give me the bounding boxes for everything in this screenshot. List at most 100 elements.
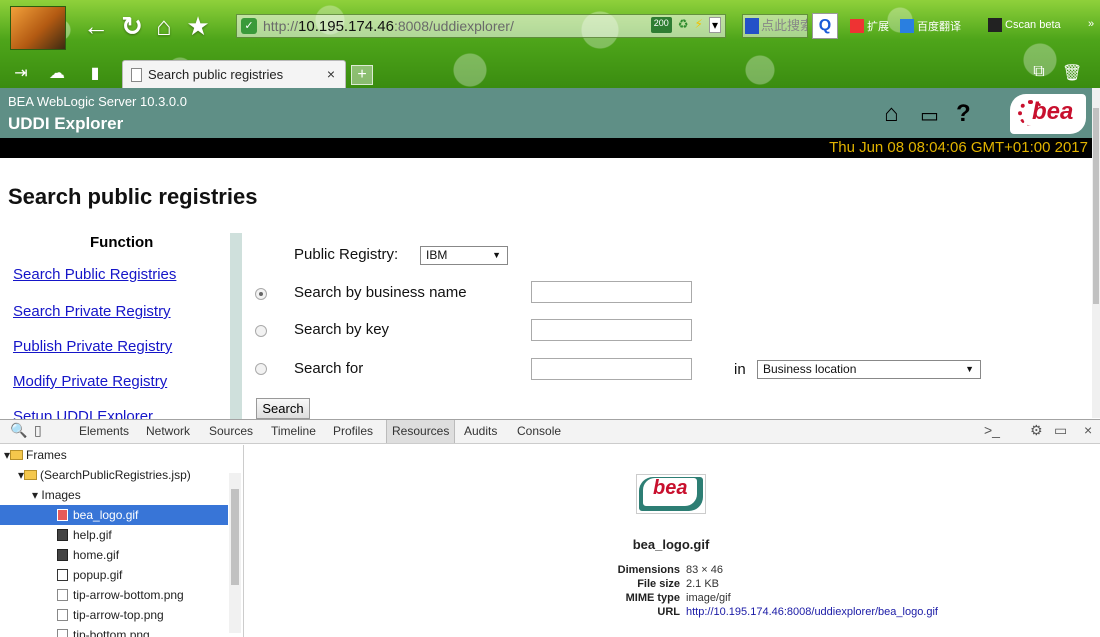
tab-close-icon[interactable]: × <box>327 66 335 82</box>
cscan-extension-button[interactable]: Cscan beta <box>988 18 1061 32</box>
browser-chrome: ← ↻ ⌂ ★ ✓ http:// 10.195.174.46 :8008/ud… <box>0 0 1100 88</box>
back-icon[interactable]: ← <box>82 12 110 40</box>
trash-icon[interactable]: 🗑 <box>1062 63 1082 83</box>
tree-scrollbar-thumb[interactable] <box>231 489 239 585</box>
inspect-search-icon[interactable]: 🔍 <box>10 422 27 439</box>
page-scrollbar[interactable] <box>1092 88 1100 418</box>
search-button[interactable]: Search <box>256 398 310 419</box>
radio-business-name[interactable] <box>255 288 267 300</box>
search-engine-box[interactable]: 点此搜索 <box>742 14 808 38</box>
address-bar[interactable]: ✓ http:// 10.195.174.46 :8008/uddiexplor… <box>236 14 726 38</box>
url-value[interactable]: http://10.195.174.46:8008/uddiexplorer/b… <box>686 606 938 618</box>
tree-scrollbar[interactable] <box>229 473 241 633</box>
search-location-select[interactable]: Business location ▼ <box>757 360 981 379</box>
public-registry-value: IBM <box>426 248 448 262</box>
image-file-icon <box>57 529 68 541</box>
tab-profiles[interactable]: Profiles <box>328 420 378 443</box>
link-search-public-registries[interactable]: Search Public Registries <box>13 266 176 283</box>
link-modify-private-registry[interactable]: Modify Private Registry <box>13 373 167 390</box>
close-icon[interactable]: × <box>1084 422 1092 438</box>
tree-frame[interactable]: ▾ (SearchPublicRegistries.jsp) <box>18 465 191 485</box>
tab-audits[interactable]: Audits <box>459 420 502 443</box>
tab-search-public-registries[interactable]: Search public registries × <box>122 60 346 88</box>
image-file-icon <box>57 589 68 601</box>
tab-elements[interactable]: Elements <box>74 420 134 443</box>
bookmark-star-icon[interactable]: ★ <box>184 12 212 40</box>
bea-logo: bea <box>1010 94 1086 134</box>
search-for-input[interactable] <box>531 358 692 380</box>
window-restore-icon[interactable]: ⧉ <box>1030 63 1048 81</box>
radio-key[interactable] <box>255 325 267 337</box>
home-icon[interactable]: ⌂ <box>884 100 899 128</box>
cloud-icon[interactable]: ☁ <box>48 63 66 83</box>
page-scrollbar-thumb[interactable] <box>1093 108 1099 304</box>
function-heading: Function <box>90 234 154 251</box>
preview-filename: bea_logo.gif <box>632 537 710 552</box>
tab-sources[interactable]: Sources <box>204 420 258 443</box>
expand-triangle-icon: ▾ <box>32 488 39 502</box>
overflow-chevron-icon[interactable]: » <box>1088 18 1094 30</box>
tree-file-help[interactable]: help.gif <box>57 525 112 545</box>
bea-logo-text: bea <box>1032 98 1074 125</box>
public-registry-label: Public Registry: <box>294 246 399 263</box>
app-name: UDDI Explorer <box>8 114 124 133</box>
reader-icon[interactable]: ▮ <box>86 63 104 83</box>
link-publish-private-registry[interactable]: Publish Private Registry <box>13 338 172 355</box>
business-name-input[interactable] <box>531 281 692 303</box>
image-file-icon <box>57 569 68 581</box>
tab-network[interactable]: Network <box>141 420 195 443</box>
tree-file-tip-arrow-bottom[interactable]: tip-arrow-bottom.png <box>57 585 184 605</box>
chevron-down-icon: ▼ <box>965 364 974 374</box>
new-tab-button[interactable]: + <box>351 65 373 85</box>
cscan-icon <box>988 18 1002 32</box>
tree-file-popup[interactable]: popup.gif <box>57 565 122 585</box>
tab-resources[interactable]: Resources <box>386 420 456 443</box>
popup-icon[interactable]: ▭ <box>920 103 939 128</box>
tab-console[interactable]: Console <box>512 420 566 443</box>
tree-file-home[interactable]: home.gif <box>57 545 119 565</box>
url-path: :8008/uddiexplorer/ <box>393 18 514 34</box>
browser-toolbar: ← ↻ ⌂ ★ ✓ http:// 10.195.174.46 :8008/ud… <box>0 0 1100 52</box>
gear-icon[interactable]: ⚙ <box>1030 422 1043 439</box>
business-name-label: Search by business name <box>294 284 467 301</box>
tree-file-tip-arrow-top[interactable]: tip-arrow-top.png <box>57 605 164 625</box>
sidebar-toggle-icon[interactable]: ⇥ <box>12 63 30 83</box>
reload-icon[interactable]: ↻ <box>118 12 146 40</box>
recycle-icon[interactable]: ♻ <box>678 17 689 33</box>
extensions-button[interactable]: 扩展 <box>850 18 889 34</box>
help-icon[interactable]: ? <box>956 100 971 128</box>
device-mode-icon[interactable]: ▯ <box>34 422 42 439</box>
extensions-label: 扩展 <box>867 21 889 33</box>
preview-logo-text: bea <box>653 477 688 499</box>
folder-icon <box>24 470 38 480</box>
page-title: Search public registries <box>8 184 258 209</box>
search-icon[interactable]: Q <box>812 13 838 39</box>
tree-file-tip-bottom[interactable]: tip-bottom.png <box>57 625 150 637</box>
dropdown-chevron-icon[interactable]: ▾ <box>708 17 721 33</box>
user-avatar[interactable] <box>10 6 66 50</box>
console-drawer-icon[interactable]: >_ <box>984 422 1000 438</box>
key-input[interactable] <box>531 319 692 341</box>
server-date: Thu Jun 08 08:04:06 GMT+01:00 2017 <box>829 139 1088 156</box>
dimensions-label: Dimensions <box>617 564 680 576</box>
radio-search-for[interactable] <box>255 363 267 375</box>
key-label: Search by key <box>294 321 390 338</box>
folder-icon <box>10 450 24 460</box>
dock-icon[interactable]: ▭ <box>1054 422 1067 439</box>
product-name: BEA WebLogic Server 10.3.0.0 <box>8 94 187 109</box>
link-setup-uddi-explorer[interactable]: Setup UDDI Explorer <box>13 408 153 419</box>
mime-value: image/gif <box>686 592 731 604</box>
tree-file-bea-logo[interactable]: bea_logo.gif <box>0 505 228 525</box>
tree-frames[interactable]: ▾ Frames <box>4 445 67 465</box>
public-registry-select[interactable]: IBM ▼ <box>420 246 508 265</box>
tab-timeline[interactable]: Timeline <box>266 420 321 443</box>
tree-images[interactable]: ▾ Images <box>32 485 81 505</box>
search-engine-icon <box>745 18 759 34</box>
filesize-label: File size <box>637 578 680 590</box>
link-search-private-registry[interactable]: Search Private Registry <box>13 303 171 320</box>
home-icon[interactable]: ⌂ <box>150 12 178 40</box>
baidu-translate-button[interactable]: 百度翻译 <box>900 18 961 34</box>
lightning-icon[interactable]: ⚡ <box>695 17 703 33</box>
image-preview: bea <box>636 474 706 514</box>
date-bar: Thu Jun 08 08:04:06 GMT+01:00 2017 <box>0 138 1092 158</box>
